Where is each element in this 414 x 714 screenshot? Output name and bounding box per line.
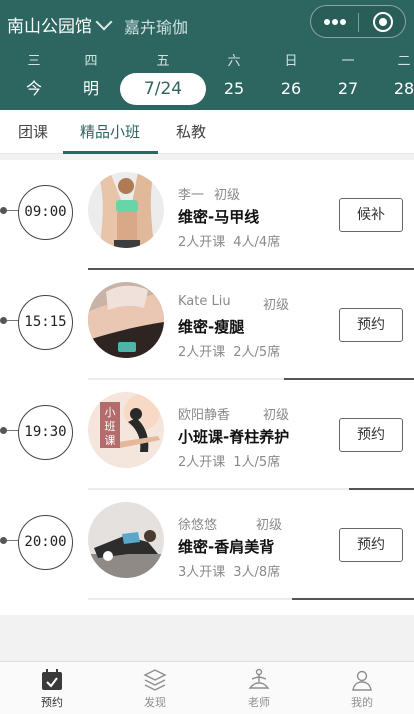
close-target-icon[interactable] xyxy=(373,12,393,32)
seat-count: 3人/8席 xyxy=(233,565,281,580)
timeline-dot xyxy=(0,207,7,214)
instructor-photo xyxy=(88,282,164,358)
tabbar-item-booking[interactable]: 预约 xyxy=(0,662,104,714)
weekday-label: 二 xyxy=(397,54,411,69)
class-type-tabs: 团课 精品小班 私教 xyxy=(0,110,414,154)
class-row[interactable]: 20:00 徐悠悠 初级 维密-香肩美背 3人开课 3人/8席 预约 xyxy=(0,490,414,600)
instructor-name: 欧阳静香 xyxy=(178,408,231,423)
instructor-name: 李一 xyxy=(178,188,205,203)
capacity-bar xyxy=(88,598,414,600)
venue-selector[interactable]: 南山公园馆 xyxy=(7,12,113,37)
badge-char: 课 xyxy=(105,434,116,447)
class-time: 09:00 xyxy=(18,185,73,240)
instructor-photo xyxy=(88,172,164,248)
class-time: 20:00 xyxy=(18,515,73,570)
class-row[interactable]: 15:15 Kate Liu 初级 维密-瘦腿 2人开课 2人/5席 预约 xyxy=(0,270,414,380)
capacity-bar-fill xyxy=(291,598,414,600)
class-meta: 2人开课 2人/5席 xyxy=(178,341,280,360)
tabbar-item-teachers[interactable]: 老师 xyxy=(207,662,311,714)
tab-small-class[interactable]: 精品小班 xyxy=(80,110,140,154)
min-attendance: 2人开课 xyxy=(178,235,226,250)
header: 南山公园馆 嘉卉瑜伽 三 四 五 六 日 一 二 今 明 7/24 25 26 … xyxy=(0,0,414,110)
waitlist-button[interactable]: 候补 xyxy=(339,198,403,232)
date-item[interactable]: 25 xyxy=(204,73,264,105)
chevron-down-icon xyxy=(95,13,113,30)
class-name: 维密-香肩美背 xyxy=(178,538,275,556)
weekday-label: 日 xyxy=(284,54,298,69)
class-meta: 2人开课 1人/5席 xyxy=(178,451,280,470)
book-button[interactable]: 预约 xyxy=(339,418,403,452)
instructor-name: Kate Liu xyxy=(178,294,231,309)
tabbar-label: 预约 xyxy=(41,696,63,709)
class-name: 维密-马甲线 xyxy=(178,208,260,226)
class-name: 维密-瘦腿 xyxy=(178,318,245,336)
class-meta: 3人开课 3人/8席 xyxy=(178,561,280,580)
class-level: 初级 xyxy=(263,408,290,423)
instructor-photo: 小 班 课 xyxy=(88,392,164,468)
tabbar-label: 我的 xyxy=(351,696,373,709)
book-button[interactable]: 预约 xyxy=(339,308,403,342)
date-item-tomorrow[interactable]: 明 xyxy=(61,73,121,105)
instructor-photo xyxy=(88,502,164,578)
more-dots-icon[interactable] xyxy=(324,19,346,25)
tab-private[interactable]: 私教 xyxy=(176,110,206,154)
class-list: 09:00 李一 初级 维密-马甲线 2人开课 4人/4席 候补 15:15 K… xyxy=(0,160,414,615)
venue-name: 南山公园馆 xyxy=(7,17,92,37)
capsule-divider xyxy=(358,13,359,32)
user-icon xyxy=(352,670,372,691)
class-level: 初级 xyxy=(214,188,241,203)
class-row[interactable]: 09:00 李一 初级 维密-马甲线 2人开课 4人/4席 候补 xyxy=(0,160,414,270)
meditation-icon xyxy=(248,668,270,689)
class-row[interactable]: 19:30 小 班 课 欧阳静香 初级 小班课-脊柱养护 2人开课 1人/5席 xyxy=(0,380,414,490)
seat-count: 2人/5席 xyxy=(233,345,281,360)
weekday-label: 四 xyxy=(84,54,98,69)
app-page: 南山公园馆 嘉卉瑜伽 三 四 五 六 日 一 二 今 明 7/24 25 26 … xyxy=(0,0,414,714)
seat-count: 4人/4席 xyxy=(233,235,281,250)
class-meta: 2人开课 4人/4席 xyxy=(178,231,280,250)
weekday-label: 五 xyxy=(156,54,170,69)
date-row: 今 明 7/24 25 26 27 28 xyxy=(0,73,414,105)
brand-subtitle: 嘉卉瑜伽 xyxy=(124,18,189,37)
tabbar-item-discover[interactable]: 发现 xyxy=(103,662,207,714)
class-time: 15:15 xyxy=(18,295,73,350)
weekday-label: 一 xyxy=(341,54,355,69)
tabbar-item-profile[interactable]: 我的 xyxy=(310,662,414,714)
seat-count: 1人/5席 xyxy=(233,455,281,470)
class-time: 19:30 xyxy=(18,405,73,460)
timeline-dot xyxy=(0,317,7,324)
tabbar-label: 发现 xyxy=(144,696,166,709)
book-button[interactable]: 预约 xyxy=(339,528,403,562)
date-item-today[interactable]: 今 xyxy=(4,73,64,105)
layers-icon xyxy=(143,669,167,691)
weekday-label: 三 xyxy=(27,54,41,69)
badge-char: 小 xyxy=(105,406,116,419)
min-attendance: 3人开课 xyxy=(178,565,226,580)
calendar-icon xyxy=(42,669,62,690)
timeline-dot xyxy=(0,427,7,434)
date-item[interactable]: 26 xyxy=(261,73,321,105)
timeline-dot xyxy=(0,537,7,544)
top-bar: 南山公园馆 嘉卉瑜伽 xyxy=(0,0,414,46)
class-name: 小班课-脊柱养护 xyxy=(178,428,290,446)
badge-char: 班 xyxy=(105,420,116,433)
instructor-name: 徐悠悠 xyxy=(178,518,218,533)
weekday-row: 三 四 五 六 日 一 二 xyxy=(0,50,414,69)
tab-group-class[interactable]: 团课 xyxy=(18,110,48,154)
tabbar-label: 老师 xyxy=(248,696,270,709)
class-level: 初级 xyxy=(263,298,290,313)
mini-program-capsule xyxy=(310,5,406,38)
date-item[interactable]: 27 xyxy=(318,73,378,105)
min-attendance: 2人开课 xyxy=(178,455,226,470)
active-tab-indicator xyxy=(63,151,158,154)
class-level: 初级 xyxy=(256,518,283,533)
bottom-tab-bar: 预约 发现 老师 我的 xyxy=(0,661,414,714)
date-item[interactable]: 28 xyxy=(374,73,414,105)
weekday-label: 六 xyxy=(227,54,241,69)
date-item-selected[interactable]: 7/24 xyxy=(120,73,206,105)
min-attendance: 2人开课 xyxy=(178,345,226,360)
